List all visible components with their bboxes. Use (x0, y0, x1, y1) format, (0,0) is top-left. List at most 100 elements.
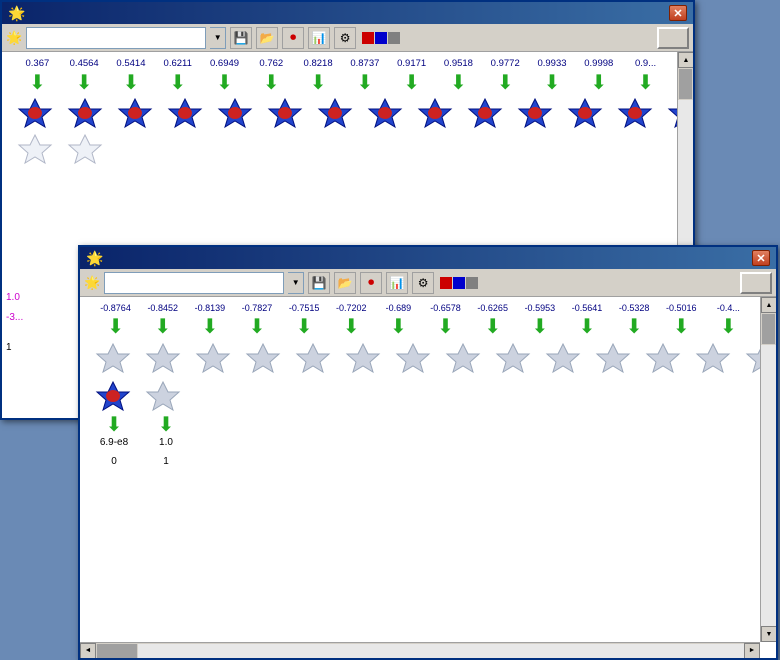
val2-4: -0.7515 (281, 303, 328, 313)
val2-7: -0.6578 (422, 303, 469, 313)
node-gray (638, 341, 688, 375)
node-gray (688, 341, 738, 375)
arrow-1-10: ⬇ (482, 73, 529, 93)
val2-0: -0.8764 (92, 303, 139, 313)
scrollbar-v-2[interactable]: ▲ ▼ (760, 297, 776, 642)
record-icon-2[interactable]: ⏺ (360, 272, 382, 294)
scroll-htrack-2[interactable] (138, 644, 744, 658)
val2-11: -0.5328 (611, 303, 658, 313)
title-bar-2[interactable]: 🌟 ✕ (80, 247, 776, 269)
scroll-thumb-1[interactable] (679, 69, 692, 99)
node-gray (438, 341, 488, 375)
node-blue (260, 96, 310, 130)
arr2-13: ⬇ (705, 317, 752, 337)
arrow-1-11: ⬇ (529, 73, 576, 93)
toolbar-1: 🌟 ▼ 💾 📂 ⏺ 📊 ⚙ (2, 24, 693, 52)
save-icon-2[interactable]: 💾 (308, 272, 330, 294)
arrow-1-5: ⬇ (248, 73, 295, 93)
arr2-6: ⬇ (375, 317, 422, 337)
val2-8: -0.6265 (469, 303, 516, 313)
val2-3: -0.7827 (233, 303, 280, 313)
node-row-2: 1.0 -3... 1 (2, 131, 677, 167)
bot-lbl-1: 1 (140, 456, 192, 467)
arrow-1-8: ⬇ (388, 73, 435, 93)
arrow-1-9: ⬇ (435, 73, 482, 93)
arrow-row-1: ⬇ ⬇ ⬇ ⬇ ⬇ ⬇ ⬇ ⬇ ⬇ ⬇ ⬇ ⬇ ⬇ ⬇ (2, 71, 677, 95)
node-gray (388, 341, 438, 375)
open-icon-1[interactable]: 📂 (256, 27, 278, 49)
scroll-down-2[interactable]: ▼ (761, 626, 776, 642)
val2-1: -0.8452 (139, 303, 186, 313)
title-bar-1[interactable]: 🌟 ✕ (2, 2, 693, 24)
node-blue (60, 96, 110, 130)
toolbar1-icon: 🌟 (6, 30, 22, 46)
node-blue (110, 96, 160, 130)
arr2-5: ⬇ (328, 317, 375, 337)
node-gray (338, 341, 388, 375)
ok-button-2[interactable] (740, 272, 772, 294)
node-gray (88, 341, 138, 375)
node-blue (460, 96, 510, 130)
bot-val-0: 6.9-e8 (88, 437, 140, 448)
node-gray (138, 341, 188, 375)
node-blue (510, 96, 560, 130)
arr2-10: ⬇ (563, 317, 610, 337)
export-icon-2[interactable]: 📊 (386, 272, 408, 294)
close-button-1[interactable]: ✕ (669, 5, 687, 21)
arr2-12: ⬇ (658, 317, 705, 337)
arrow-row-2: ⬇ ⬇ ⬇ ⬇ ⬇ ⬇ ⬇ ⬇ ⬇ ⬇ ⬇ ⬇ ⬇ ⬇ (80, 315, 760, 339)
arrow-1-7: ⬇ (341, 73, 388, 93)
node-gray (738, 341, 760, 375)
val-1-2: 0.5414 (108, 58, 155, 69)
scroll-right-2[interactable]: ► (744, 643, 760, 659)
arr2-11: ⬇ (611, 317, 658, 337)
val-1-11: 0.9933 (529, 58, 576, 69)
dropdown-2[interactable] (104, 272, 284, 294)
close-button-2[interactable]: ✕ (752, 250, 770, 266)
node-blue (310, 96, 360, 130)
scroll-track-2[interactable] (761, 345, 776, 626)
arrow-1-6: ⬇ (295, 73, 342, 93)
val2-9: -0.5953 (516, 303, 563, 313)
open-icon-2[interactable]: 📂 (334, 272, 356, 294)
settings-icon-2[interactable]: ⚙ (412, 272, 434, 294)
arrow-1-1: ⬇ (61, 73, 108, 93)
ok-button-1[interactable] (657, 27, 689, 49)
val-1-5: 0.762 (248, 58, 295, 69)
scroll-hthumb-2[interactable] (97, 644, 137, 658)
val2-6: -0.689 (375, 303, 422, 313)
node-blue (610, 96, 660, 130)
scroll-up-1[interactable]: ▲ (678, 52, 693, 68)
node-gray (488, 341, 538, 375)
bot-val-1: 1.0 (140, 437, 192, 448)
export-icon-1[interactable]: 📊 (308, 27, 330, 49)
node-light (60, 132, 110, 166)
arr2-1: ⬇ (139, 317, 186, 337)
val-1-10: 0.9772 (482, 58, 529, 69)
scroll-thumb-2[interactable] (762, 314, 775, 344)
scroll-up-2[interactable]: ▲ (761, 297, 776, 313)
network-display-2: -0.8764 -0.8452 -0.8139 -0.7827 -0.7515 … (80, 297, 760, 469)
node-blue (560, 96, 610, 130)
arr2-8: ⬇ (469, 317, 516, 337)
scrollbar-h-2[interactable]: ◄ ► (80, 642, 760, 658)
settings-icon-1[interactable]: ⚙ (334, 27, 356, 49)
node-blue (160, 96, 210, 130)
record-icon-1[interactable]: ⏺ (282, 27, 304, 49)
bot-lbl-0: 0 (88, 456, 140, 467)
bot-arr-1: ⬇ (140, 415, 192, 435)
node-blue (210, 96, 260, 130)
dropdown-1[interactable] (26, 27, 206, 49)
arr2-9: ⬇ (516, 317, 563, 337)
toolbar2-icon: 🌟 (84, 275, 100, 291)
dropdown2-arrow[interactable]: ▼ (288, 272, 304, 294)
dropdown1-arrow[interactable]: ▼ (210, 27, 226, 49)
bottom-arrow-row: ⬇ ⬇ (80, 415, 760, 435)
scroll-left-2[interactable]: ◄ (80, 643, 96, 659)
arrow-1-12: ⬇ (575, 73, 622, 93)
arrow-1-2: ⬇ (108, 73, 155, 93)
val2-10: -0.5641 (563, 303, 610, 313)
value-row-1: 0.367 0.4564 0.5414 0.6211 0.6949 0.762 … (2, 56, 677, 71)
node-light (10, 132, 60, 166)
save-icon-1[interactable]: 💾 (230, 27, 252, 49)
